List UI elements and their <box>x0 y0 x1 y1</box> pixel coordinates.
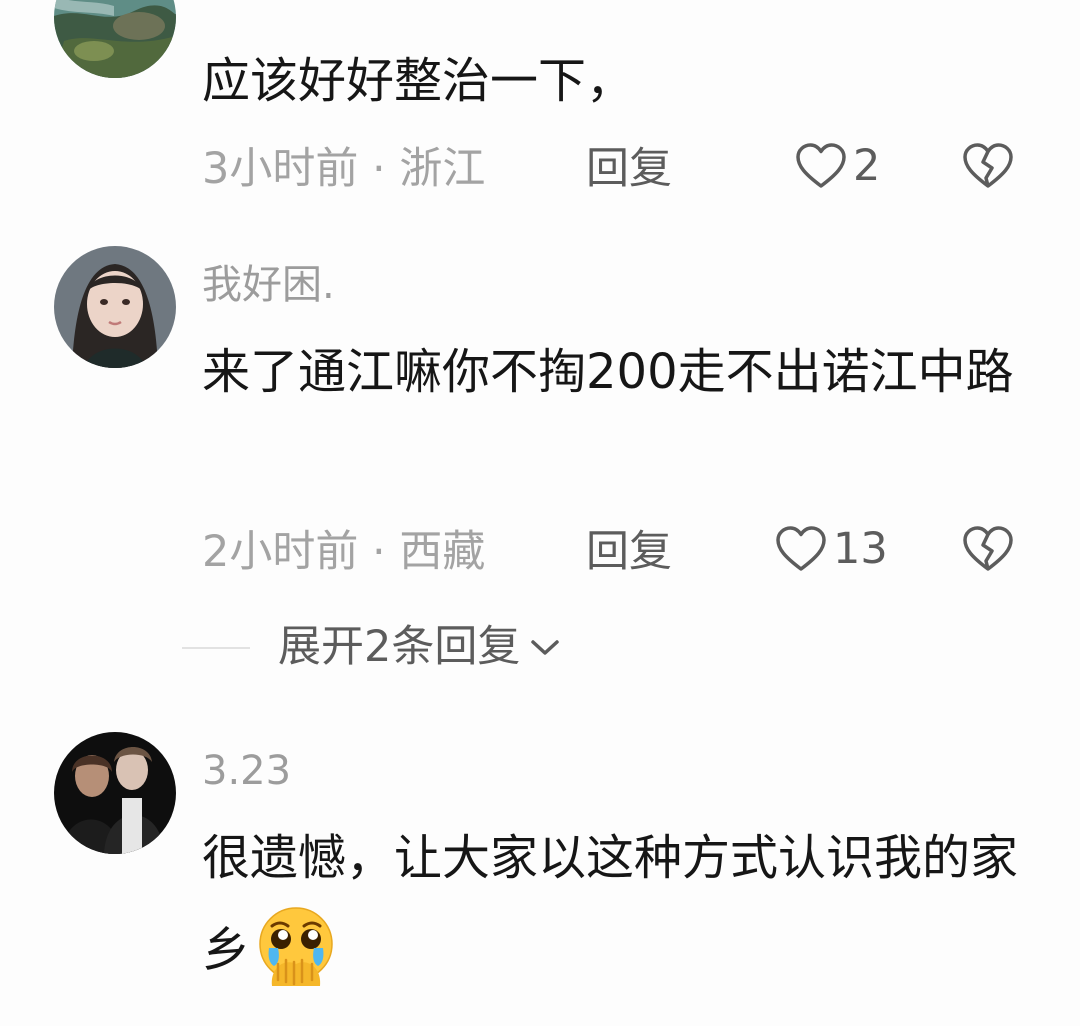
pleading-hands-over-mouth-emoji <box>254 904 338 988</box>
comment-meta: 2小时前 · 西藏 <box>202 527 486 577</box>
dislike-button[interactable] <box>962 142 1014 190</box>
like-button[interactable]: 13 <box>775 525 888 573</box>
comment-text: 来了通江嘛你不掏200走不出诺江中路 <box>202 344 1014 400</box>
chevron-down-icon <box>520 636 562 660</box>
comment-text: 很遗憾，让大家以这种方式认识我的家乡 <box>202 812 1022 996</box>
heart-outline-icon <box>775 525 833 573</box>
comment-item: 3.23 很遗憾，让大家以这种方式认识我的家乡 <box>0 732 1080 1026</box>
like-count: 2 <box>853 140 881 191</box>
expand-replies-label: 展开2条回复 <box>278 622 521 672</box>
expand-replies-button[interactable]: 展开2条回复 <box>182 626 562 669</box>
broken-heart-icon <box>962 142 1014 190</box>
reply-button[interactable]: 回复 <box>586 531 672 574</box>
comment-item: 应该好好整治一下， 3小时前 · 浙江 回复 2 <box>0 0 1080 220</box>
broken-heart-icon <box>962 525 1014 573</box>
like-button[interactable]: 2 <box>795 142 880 190</box>
comment-item: 我好困. 来了通江嘛你不掏200走不出诺江中路 2小时前 · 西藏 回复 13 <box>0 246 1080 606</box>
divider-line <box>182 646 250 649</box>
comment-username[interactable]: 3.23 <box>202 751 291 791</box>
heart-outline-icon <box>795 142 853 190</box>
comment-username[interactable]: 我好困. <box>202 265 335 305</box>
dislike-button[interactable] <box>962 525 1014 573</box>
avatar[interactable] <box>54 246 176 368</box>
comment-meta: 3小时前 · 浙江 <box>202 144 486 194</box>
like-count: 13 <box>833 523 888 574</box>
comment-text: 应该好好整治一下， <box>202 53 635 109</box>
avatar[interactable] <box>54 0 176 78</box>
reply-button[interactable]: 回复 <box>586 148 672 191</box>
avatar[interactable] <box>54 732 176 854</box>
